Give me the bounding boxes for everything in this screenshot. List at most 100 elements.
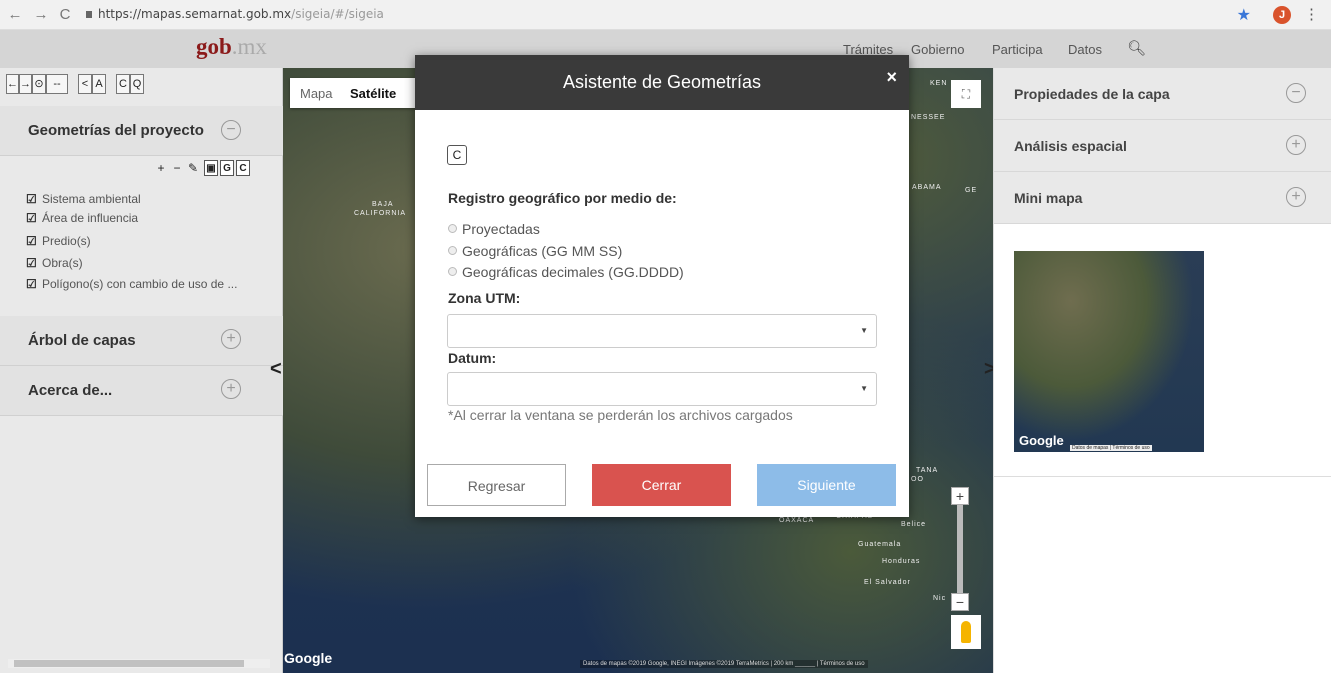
spatial-analysis-title: Análisis espacial [1014,138,1127,154]
layer-tree-title: Árbol de capas [28,332,136,349]
dropdown-caret-icon: ▼ [860,384,868,393]
checkbox-icon[interactable]: ☑ [26,211,38,225]
scrollbar-thumb[interactable] [14,660,244,667]
geo-button[interactable]: G [220,160,234,176]
copy-button[interactable]: C [116,74,130,94]
checkbox-icon[interactable]: ☑ [26,256,38,270]
about-section[interactable]: Acerca de... + [0,366,283,416]
gob-mx-logo[interactable]: gob.mx [196,34,267,60]
nav-link-gobierno[interactable]: Gobierno [911,42,964,57]
map-type-satellite[interactable]: Satélite [350,86,396,101]
radio-icon[interactable] [448,224,457,233]
profile-avatar[interactable]: J [1273,6,1291,24]
share-button[interactable]: < [78,74,92,94]
expand-mini-map-icon[interactable]: + [1286,187,1306,207]
close-icon[interactable]: × [886,67,897,88]
url-path: /sigeia/#/sigeia [291,7,384,21]
zoom-slider-track[interactable] [957,500,963,600]
browser-toolbar: ← → C https://mapas.semarnat.gob.mx/sige… [0,0,1331,30]
fullscreen-icon[interactable]: ⛶ [951,80,981,108]
layer-tree-section[interactable]: Árbol de capas + [0,316,283,366]
search-icon[interactable]: 🔍︎ [1127,39,1146,57]
mini-map-google-logo: Google [1019,433,1064,448]
layer-item[interactable]: ☑ Sistema ambiental [26,192,141,206]
layer-properties-row[interactable]: Propiedades de la capa − [994,68,1331,120]
add-geometry-button[interactable]: + [154,160,168,176]
street-view-pegman[interactable] [951,615,981,649]
close-button[interactable]: Cerrar [592,464,731,506]
dialog-title: Asistente de Geometrías [562,72,762,92]
checkbox-icon[interactable]: ☑ [26,277,38,291]
layer-item[interactable]: ☑ Predio(s) [26,234,91,248]
checkbox-icon[interactable]: ☑ [26,192,38,206]
layer-item[interactable]: ☑ Obra(s) [26,256,83,270]
geometries-section[interactable]: Geometrías del proyecto − [0,106,283,156]
bookmark-star-icon[interactable]: ★ [1237,5,1251,25]
map-label: Honduras [882,558,921,565]
nav-link-participa[interactable]: Participa [992,42,1043,57]
google-logo: Google [284,650,333,666]
zona-utm-label: Zona UTM: [448,290,521,306]
forward-arrow-icon[interactable]: → [32,6,50,24]
map-type-control: Mapa Satélite [290,78,420,108]
map-label: OO [911,476,924,483]
expand-about-icon[interactable]: + [221,379,241,399]
map-label: CALIFORNIA [354,210,407,217]
radio-icon[interactable] [448,267,457,276]
measure-button[interactable]: -- [46,74,68,94]
radio-icon[interactable] [448,246,457,255]
layer-item[interactable]: ☑ Área de influencia [26,211,138,225]
collapse-left-panel-icon[interactable]: < [270,358,282,381]
expand-layer-tree-icon[interactable]: + [221,329,241,349]
divider [993,476,1331,477]
layer-item[interactable]: ☑ Polígono(s) con cambio de uso de ... [26,277,237,291]
browser-menu-icon[interactable]: ⋮ [1304,5,1319,23]
radio-proyectadas[interactable]: Proyectadas [448,221,540,237]
url-bar[interactable]: https://mapas.semarnat.gob.mx/sigeia/#/s… [98,7,384,21]
radio-label: Geográficas (GG MM SS) [462,243,623,259]
zoom-out-button[interactable]: − [951,593,969,611]
back-button[interactable]: Regresar [427,464,566,506]
mini-map[interactable] [1014,251,1204,452]
text-button[interactable]: A [92,74,106,94]
edit-geometry-icon[interactable]: ✎ [186,160,200,176]
locate-button[interactable]: ⊙ [32,74,46,94]
radio-geograficas-decimales[interactable]: Geográficas decimales (GG.DDDD) [448,264,684,280]
left-sidebar: ← → ⊙ -- < A C Q Geometrías del proyecto… [0,68,283,673]
logo-suffix: .mx [231,34,267,59]
map-type-map[interactable]: Mapa [300,86,333,101]
map-label: Belice [901,521,927,528]
pan-right-button[interactable]: → [19,74,32,94]
map-label: TANA [916,467,939,474]
dialog-header: Asistente de Geometrías × [415,55,909,110]
map-label: ABAMA [912,184,942,191]
upload-geometry-button[interactable]: ▣ [204,160,218,176]
registro-label: Registro geográfico por medio de: [448,190,677,206]
expand-spatial-analysis-icon[interactable]: + [1286,135,1306,155]
pan-left-button[interactable]: ← [6,74,19,94]
remove-geometry-button[interactable]: − [170,160,184,176]
datum-select[interactable]: ▼ [447,372,877,406]
query-button[interactable]: Q [130,74,144,94]
collapse-layer-properties-icon[interactable]: − [1286,83,1306,103]
back-arrow-icon[interactable]: ← [6,6,24,24]
refresh-icon[interactable]: C [447,145,467,165]
collapse-geometries-icon[interactable]: − [221,120,241,140]
pegman-icon [961,621,971,643]
radio-geograficas[interactable]: Geográficas (GG MM SS) [448,243,622,259]
mini-map-row[interactable]: Mini mapa + [994,172,1331,224]
layer-label: Polígono(s) con cambio de uso de ... [42,277,238,291]
clear-button[interactable]: C [236,160,250,176]
zona-utm-select[interactable]: ▼ [447,314,877,348]
reload-icon[interactable]: C [56,6,74,24]
next-button[interactable]: Siguiente [757,464,896,506]
url-host: https://mapas.semarnat.gob.mx [98,7,292,21]
radio-label: Geográficas decimales (GG.DDDD) [462,264,684,280]
nav-link-datos[interactable]: Datos [1068,42,1102,57]
mini-map-attribution: Datos de mapas | Términos de uso [1070,445,1152,451]
checkbox-icon[interactable]: ☑ [26,234,38,248]
zoom-in-button[interactable]: + [951,487,969,505]
spatial-analysis-row[interactable]: Análisis espacial + [994,120,1331,172]
layer-label: Obra(s) [42,256,83,270]
layer-label: Área de influencia [42,211,139,225]
